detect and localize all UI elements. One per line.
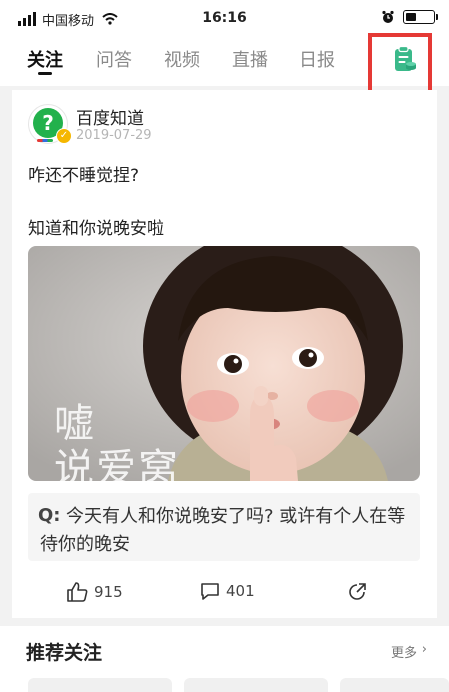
tab-live[interactable]: 直播 (232, 46, 268, 72)
share-button[interactable] (347, 582, 367, 602)
recommend-card[interactable] (28, 678, 172, 692)
thumbs-up-icon (67, 582, 88, 602)
verified-badge-icon: ✓ (56, 128, 72, 144)
recommend-card[interactable] (184, 678, 328, 692)
question-text: 今天有人和你说晚安了吗? 或许有个人在等待你的晚安 (40, 506, 406, 555)
tab-underline (38, 72, 52, 75)
battery-icon (403, 10, 438, 24)
recommend-card[interactable] (340, 678, 449, 692)
post-date: 2019-07-29 (76, 128, 152, 143)
battery-fill (406, 13, 416, 21)
action-bar: 915 401 (12, 574, 437, 614)
status-right (381, 10, 438, 24)
avatar-colorbar (37, 139, 53, 142)
section-title: 推荐关注 (26, 642, 103, 664)
post-text: 咋还不睡觉捏? (28, 166, 140, 186)
more-link[interactable]: 更多 (391, 642, 417, 661)
post-subtext: 知道和你说晚安啦 (28, 219, 164, 239)
post-image[interactable]: 嘘 说爱窝 (28, 246, 420, 481)
comment-icon (201, 583, 219, 600)
image-overlay-text-2: 说爱窝 (54, 446, 180, 481)
tab-video[interactable]: 视频 (164, 46, 200, 72)
like-count: 915 (94, 583, 123, 601)
chevron-right-icon: › (421, 642, 427, 657)
post-card[interactable]: ? ✓ 百度知道 2019-07-29 咋还不睡觉捏? 知道和你说晚安啦 嘘 说… (12, 90, 437, 618)
document-icon[interactable] (393, 46, 417, 74)
recommend-section: 推荐关注 更多 › (0, 626, 449, 692)
alarm-icon (382, 10, 394, 23)
like-button[interactable]: 915 (66, 582, 123, 602)
tab-daily[interactable]: 日报 (299, 46, 335, 72)
comment-count: 401 (226, 582, 255, 600)
tab-qa[interactable]: 问答 (96, 46, 132, 72)
question-box[interactable]: Q: 今天有人和你说晚安了吗? 或许有个人在等待你的晚安 (28, 493, 420, 561)
share-icon (349, 583, 366, 600)
tab-following[interactable]: 关注 (27, 46, 63, 72)
comment-button[interactable]: 401 (200, 582, 255, 600)
author-name[interactable]: 百度知道 (76, 104, 144, 129)
